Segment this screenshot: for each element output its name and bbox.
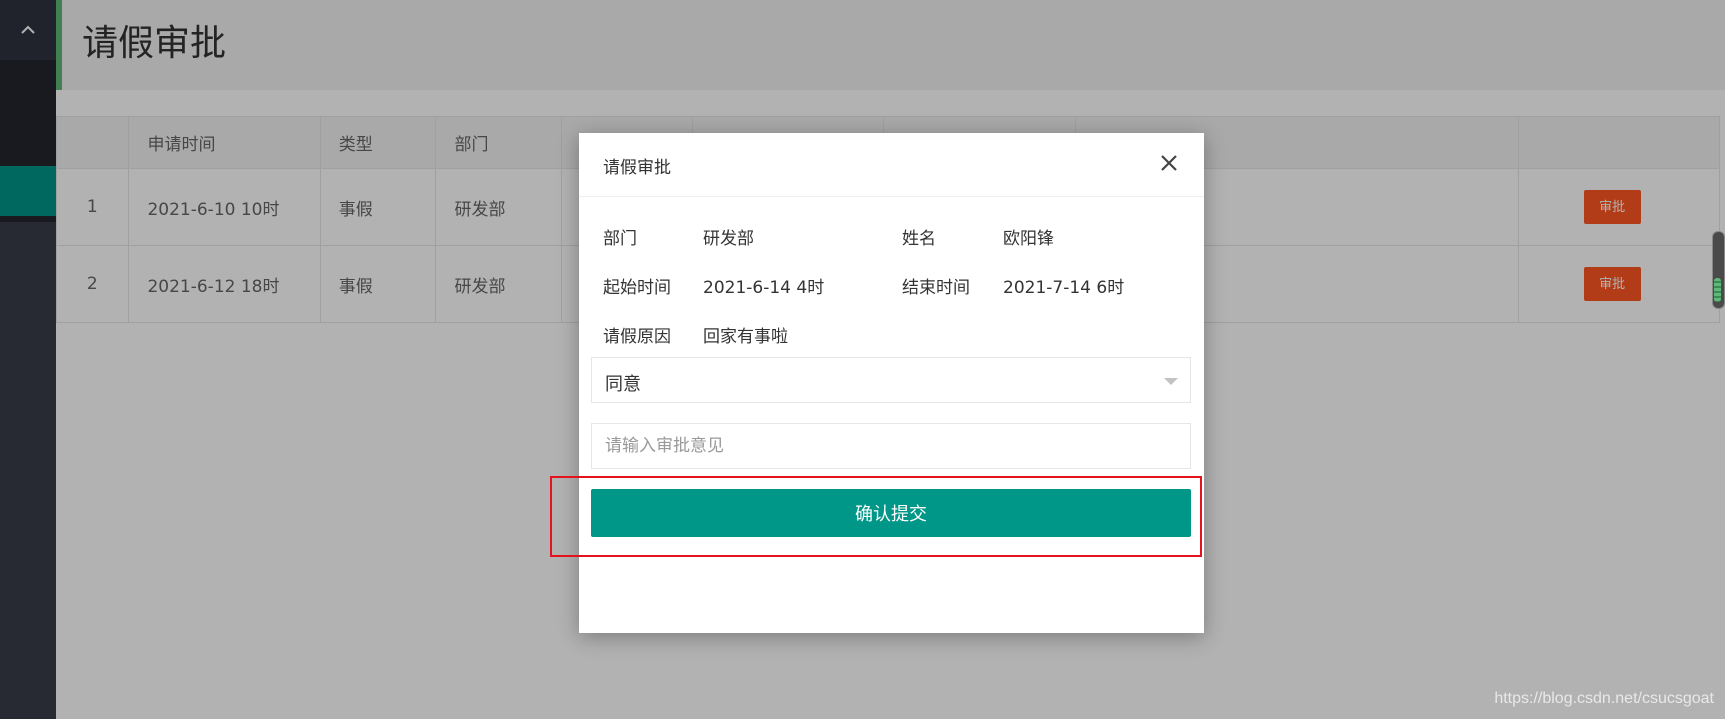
start-value: 2021-6-14 4时 xyxy=(703,278,825,298)
modal-header: 请假审批 xyxy=(579,133,1204,197)
approval-modal: 请假审批 部门 研发部 姓名 欧阳锋 起始时间 2021-6-14 4时 结束时… xyxy=(579,133,1204,633)
reason-label: 请假原因 xyxy=(603,327,671,347)
modal-title: 请假审批 xyxy=(603,158,671,178)
start-label: 起始时间 xyxy=(603,278,671,298)
name-value: 欧阳锋 xyxy=(1003,229,1054,249)
reason-value: 回家有事啦 xyxy=(703,327,788,347)
name-label: 姓名 xyxy=(902,229,936,249)
comment-input[interactable] xyxy=(591,423,1191,469)
dept-label: 部门 xyxy=(603,229,637,249)
dept-value: 研发部 xyxy=(703,229,754,249)
decision-select[interactable]: 同意 xyxy=(591,357,1191,403)
decision-selected-value: 同意 xyxy=(605,374,641,395)
chevron-down-icon xyxy=(1164,378,1178,385)
annotation-highlight-box xyxy=(550,476,1202,557)
scrollbar-indicator xyxy=(1714,278,1721,302)
close-icon[interactable] xyxy=(1156,150,1182,176)
watermark: https://blog.csdn.net/csucsgoat xyxy=(1494,690,1714,707)
end-label: 结束时间 xyxy=(902,278,970,298)
end-value: 2021-7-14 6时 xyxy=(1003,278,1125,298)
